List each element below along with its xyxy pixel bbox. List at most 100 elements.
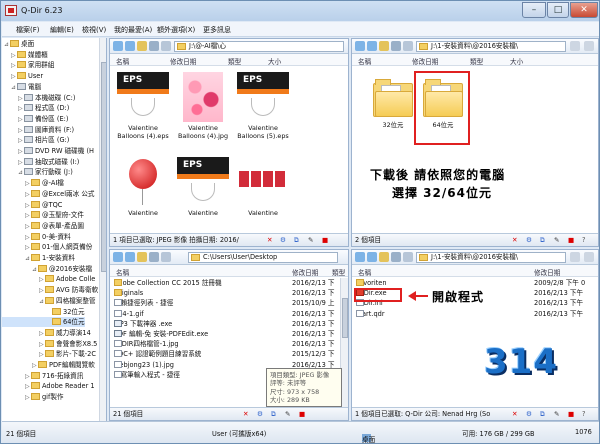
close-button[interactable]: ✕ <box>570 2 598 18</box>
pane2-address[interactable]: J:\1-安裝資料\@2016安裝檔\ <box>416 41 566 52</box>
col-date[interactable]: 修改日期 <box>170 56 196 66</box>
back-icon[interactable] <box>355 252 365 262</box>
tree-item[interactable]: ▷ AVG 防毒衛軟 <box>2 285 98 295</box>
tree-item[interactable]: ▷ 家用群組 <box>2 60 54 70</box>
edit-icon[interactable]: ✎ <box>554 234 560 246</box>
tree-item[interactable]: ▷ gif製作 <box>2 392 64 402</box>
tree-item[interactable]: ▷ 程式區 (D:) <box>2 103 69 113</box>
copy-icon[interactable]: ⧉ <box>294 234 299 246</box>
edit-icon[interactable]: ✎ <box>285 408 291 420</box>
dropdown-icon[interactable] <box>570 41 580 51</box>
menu-icon[interactable] <box>403 41 413 51</box>
delete-icon[interactable]: ✕ <box>512 234 518 246</box>
menu-icon[interactable] <box>161 252 171 262</box>
col-date[interactable]: 修改日期 <box>412 56 438 66</box>
col-size[interactable]: 大小 <box>510 56 523 66</box>
pane3-address[interactable]: C:\Users\User\Desktop <box>188 252 338 263</box>
forward-icon[interactable] <box>367 252 377 262</box>
tool-icon[interactable]: ⚙ <box>280 234 286 246</box>
tree-item[interactable]: ▷ @表單-產品圖 <box>2 221 84 231</box>
tree-item[interactable]: ▷ 備份區 (E:) <box>2 114 68 124</box>
tree-item[interactable]: ⊿ 家行動碟 (J:) <box>2 167 73 177</box>
forward-icon[interactable] <box>125 252 135 262</box>
tree-item[interactable]: ▷ @玉聖府-文件 <box>2 210 84 220</box>
folder-up-icon[interactable] <box>137 41 147 51</box>
col-name[interactable]: 名稱 <box>116 56 129 66</box>
list-item[interactable]: TQC+ 認證範例題目練習系統 2015/12/3 下 <box>110 350 348 360</box>
tree-item[interactable]: ▷ 媒體櫃 <box>2 50 48 60</box>
delete-icon[interactable]: ✕ <box>267 234 273 246</box>
tree-item[interactable]: ▷ 威力導演14 <box>2 328 91 338</box>
copy-icon[interactable]: ⧉ <box>271 408 276 420</box>
view-icon[interactable] <box>149 252 159 262</box>
tree-item[interactable]: ▷ Adobe Reader 1 <box>2 381 95 391</box>
col-type[interactable]: 類型 <box>470 56 483 66</box>
tree-item[interactable]: ▷ 716-拓綠資訊 <box>2 371 83 381</box>
pane3-scroll-thumb[interactable] <box>342 298 348 338</box>
folder-tree[interactable]: ⊿ 桌面 ▷ 媒體櫃 ▷ 家用群組 ▷ User ⊿ 電腦 ▷ 本機磁碟 (C:) ▷ 程式區 (D:) ▷… <box>2 38 107 421</box>
tree-item[interactable]: ▷ 0-美-資料 <box>2 232 71 242</box>
thumbnail-item[interactable]: EPS Valentine <box>174 157 232 217</box>
col-date[interactable]: 修改日期 <box>292 267 318 277</box>
tree-item[interactable]: ▷ 影片-下載-2C <box>2 349 96 359</box>
help-icon[interactable]: ? <box>582 408 586 420</box>
back-icon[interactable] <box>113 252 123 262</box>
tree-item[interactable]: ▷ User <box>2 71 43 81</box>
menu-more-info[interactable]: 更多訊息 <box>203 25 231 35</box>
tree-item[interactable]: ▷ DVD RW 磁碟機 (H <box>2 146 94 156</box>
app-icon[interactable] <box>5 5 17 16</box>
thumbnail-item[interactable]: EPS Valentine Balloons (5).eps <box>234 72 292 140</box>
menu-file[interactable]: 檔案(F) <box>16 25 40 35</box>
tree-item[interactable]: ▷ @Excel兩冰 公式 <box>2 189 95 199</box>
tree-item[interactable]: 32位元 <box>2 307 85 317</box>
help-icon[interactable]: ? <box>582 234 586 246</box>
title-bar[interactable]: Q-Dir 6.23 – □ ✕ <box>1 1 599 21</box>
forward-icon[interactable] <box>125 41 135 51</box>
tree-item[interactable]: ▷ @TQC <box>2 200 62 210</box>
col-date[interactable]: 修改日期 <box>534 267 560 277</box>
thumbnail-item[interactable]: Valentine Balloons (4).jpg <box>174 72 232 140</box>
tree-item[interactable]: ⊿ 桌面 <box>2 39 34 49</box>
tree-item[interactable]: ⊿ 電腦 <box>2 82 41 92</box>
tool-icon[interactable]: ⚙ <box>526 408 532 420</box>
list-item[interactable]: PDF 編輯-免 安裝-PDFEdit.exe 2016/2/13 下 <box>110 330 348 340</box>
menu-favorites[interactable]: 我的最愛(A) <box>114 25 152 35</box>
folder-up-icon[interactable] <box>379 41 389 51</box>
tree-item[interactable]: ▷ 相片區 (G:) <box>2 135 69 145</box>
delete-icon[interactable]: ✕ <box>512 408 518 420</box>
tree-item[interactable]: ▷ 抽取式磁碟 (I:) <box>2 157 79 167</box>
copy-icon[interactable]: ⧉ <box>540 234 545 246</box>
maximize-button[interactable]: □ <box>547 2 569 18</box>
delete-icon[interactable]: ✕ <box>243 408 249 420</box>
menu-view[interactable]: 檢視(V) <box>82 25 106 35</box>
stop-icon[interactable]: ■ <box>568 234 574 246</box>
col-size[interactable]: 大小 <box>268 56 281 66</box>
options-icon[interactable] <box>584 41 594 51</box>
tool-icon[interactable]: ⚙ <box>257 408 263 420</box>
pane1-address[interactable]: J:\@-AI檔\心 <box>174 41 344 52</box>
copy-icon[interactable]: ⧉ <box>540 408 545 420</box>
edit-icon[interactable]: ✎ <box>554 408 560 420</box>
back-icon[interactable] <box>113 41 123 51</box>
stop-icon[interactable]: ■ <box>568 408 574 420</box>
tree-item[interactable]: ▷ PDF編輯閱覽軟 <box>2 360 95 370</box>
menu-extras[interactable]: 額外選項(X) <box>157 25 195 35</box>
list-item[interactable]: 314-1.gif 2016/2/13 下 <box>110 309 348 320</box>
list-item[interactable]: MP3 下載神器 .exe 2016/2/13 下 <box>110 319 348 330</box>
view-icon[interactable] <box>391 41 401 51</box>
stop-icon[interactable]: ■ <box>322 234 328 246</box>
col-name[interactable]: 名稱 <box>116 267 129 277</box>
col-type[interactable]: 類型 <box>332 267 345 277</box>
tree-item[interactable]: ▷ @-AI檔 <box>2 178 64 188</box>
stop-icon[interactable]: ■ <box>299 408 305 420</box>
list-item[interactable]: 香賴捷徑列表 - 捷徑 2015/10/9 上 <box>110 299 348 309</box>
options-icon[interactable] <box>584 252 594 262</box>
col-name[interactable]: 名稱 <box>358 56 371 66</box>
list-item[interactable]: Adobe Collection CC 2015 註冊機 2016/2/13 下 <box>110 279 348 289</box>
col-name[interactable]: 名稱 <box>358 267 371 277</box>
view-icon[interactable] <box>149 41 159 51</box>
tree-item[interactable]: ▷ Adobe Colle <box>2 274 95 284</box>
tree-item[interactable]: ▷ 圖庫資料 (F:) <box>2 125 74 135</box>
tree-item[interactable]: ⊿ 1-安裝資料 <box>2 253 75 263</box>
col-type[interactable]: 類型 <box>228 56 241 66</box>
